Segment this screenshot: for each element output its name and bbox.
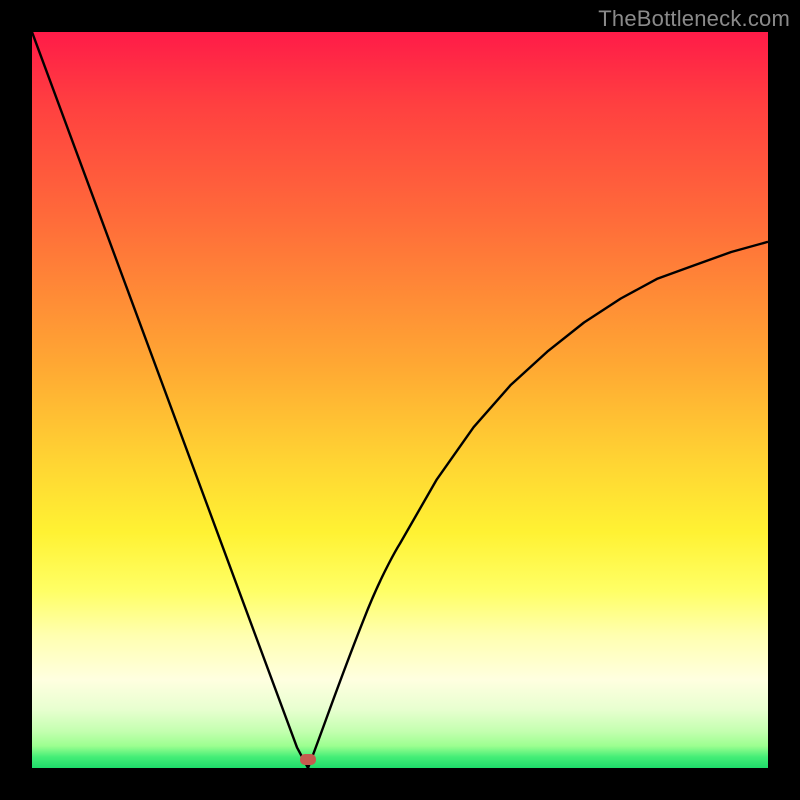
bottleneck-curve	[32, 32, 768, 768]
chart-plot-area	[32, 32, 768, 768]
optimal-marker	[300, 754, 316, 765]
chart-frame: TheBottleneck.com	[0, 0, 800, 800]
watermark-text: TheBottleneck.com	[598, 6, 790, 32]
curve-path	[32, 32, 768, 768]
